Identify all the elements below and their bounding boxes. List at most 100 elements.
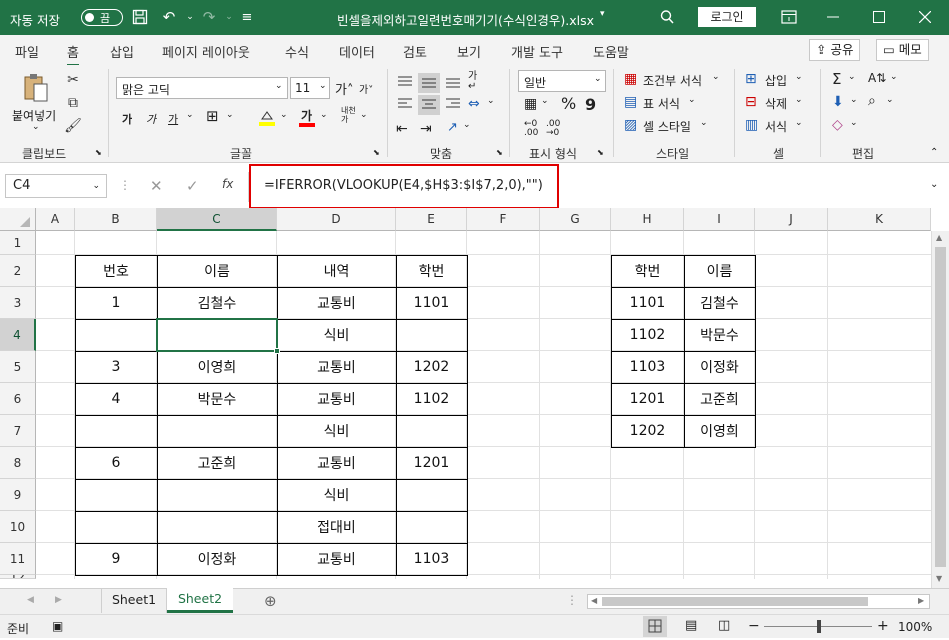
clear-icon[interactable]: ◇ <box>832 117 843 133</box>
number-launcher-icon[interactable]: ⬊ <box>597 148 604 157</box>
increase-decimal-icon[interactable]: ←0.00 <box>524 120 538 138</box>
table-cell[interactable] <box>75 511 157 543</box>
table-cell[interactable]: 식비 <box>277 415 396 447</box>
find-select-icon[interactable]: ⌕ <box>868 93 876 109</box>
fill-icon[interactable]: ⬇ <box>832 94 844 110</box>
row-header-12[interactable]: 12 <box>0 575 36 579</box>
save-icon[interactable] <box>131 8 149 26</box>
scroll-up-icon[interactable]: ▲ <box>936 233 942 242</box>
font-color-icon[interactable]: 가 <box>298 108 316 128</box>
insert-cells-label[interactable]: 삽입 <box>765 72 787 89</box>
scrollbar-thumb[interactable] <box>935 247 946 567</box>
align-middle-icon[interactable] <box>418 73 440 93</box>
table-header-cell[interactable]: 학번 <box>396 255 467 287</box>
table-cell[interactable]: 이영희 <box>157 351 277 383</box>
next-sheet-icon[interactable]: ▶ <box>55 595 62 605</box>
column-header-a[interactable]: A <box>36 208 75 231</box>
table-cell[interactable] <box>75 479 157 511</box>
chevron-down-icon[interactable]: ⌄ <box>850 118 858 128</box>
page-layout-view-icon[interactable]: ▤ <box>685 618 697 633</box>
zoom-level[interactable]: 100% <box>898 620 932 634</box>
memo-button[interactable]: ▭ 메모 <box>876 39 929 61</box>
table-cell[interactable]: 고준희 <box>157 447 277 479</box>
undo-icon[interactable]: ↶ <box>160 8 178 26</box>
normal-view-icon[interactable] <box>643 616 667 637</box>
align-top-icon[interactable] <box>396 73 414 91</box>
increase-indent-icon[interactable]: ⇥ <box>420 121 432 137</box>
table-cell[interactable]: 식비 <box>277 319 396 351</box>
share-button[interactable]: ⇪ 공유 <box>809 39 861 61</box>
collapse-ribbon-icon[interactable]: ⌃ <box>930 147 938 158</box>
filename-dropdown-icon[interactable]: ▾ <box>600 9 605 19</box>
table-cell[interactable]: 6 <box>75 447 157 479</box>
wrap-text-icon[interactable]: 가 ↵ <box>468 72 477 92</box>
table-cell[interactable] <box>75 415 157 447</box>
italic-icon[interactable]: 가 <box>146 111 156 127</box>
paste-icon[interactable] <box>22 71 50 105</box>
lookup-cell[interactable]: 박문수 <box>684 319 755 351</box>
sheet-tab-sheet1[interactable]: Sheet1 <box>101 589 167 613</box>
row-header-7[interactable]: 7 <box>0 415 36 447</box>
table-header-cell[interactable]: 번호 <box>75 255 157 287</box>
customize-toolbar-icon[interactable]: ≡ <box>238 8 256 26</box>
increase-font-icon[interactable]: 가˄ <box>335 79 353 98</box>
font-name-select[interactable]: 맑은 고딕 ⌄ <box>116 77 288 99</box>
table-header-cell[interactable]: 이름 <box>157 255 277 287</box>
scroll-right-icon[interactable]: ▶ <box>918 596 924 605</box>
chevron-down-icon[interactable]: ⌄ <box>795 118 803 128</box>
alignment-launcher-icon[interactable]: ⬊ <box>496 148 503 157</box>
table-cell[interactable]: 1201 <box>396 447 467 479</box>
decrease-indent-icon[interactable]: ⇤ <box>396 121 408 137</box>
table-header-cell[interactable]: 내역 <box>277 255 396 287</box>
autosum-icon[interactable]: Σ <box>832 70 841 88</box>
chevron-down-icon[interactable]: ⌄ <box>320 110 328 120</box>
lookup-cell[interactable]: 고준희 <box>684 383 755 415</box>
table-cell[interactable]: 교통비 <box>277 351 396 383</box>
decrease-font-icon[interactable]: 가˅ <box>359 81 373 96</box>
chevron-down-icon[interactable]: ⌄ <box>890 72 898 82</box>
search-icon[interactable] <box>658 8 676 26</box>
scrollbar-thumb[interactable] <box>602 597 868 606</box>
column-header-e[interactable]: E <box>396 208 467 231</box>
number-format-select[interactable]: 일반 ⌄ <box>518 70 606 92</box>
table-cell[interactable]: 3 <box>75 351 157 383</box>
login-button[interactable]: 로그인 <box>698 7 756 27</box>
zoom-out-icon[interactable]: − <box>748 618 760 634</box>
table-cell[interactable]: 교통비 <box>277 287 396 319</box>
sheet-tab-sheet2[interactable]: Sheet2 <box>167 588 233 613</box>
chevron-down-icon[interactable]: ⌄ <box>886 95 894 105</box>
column-header-k[interactable]: K <box>828 208 931 231</box>
minimize-icon[interactable] <box>824 8 842 26</box>
row-header-6[interactable]: 6 <box>0 383 36 415</box>
row-header-8[interactable]: 8 <box>0 447 36 479</box>
row-header-11[interactable]: 11 <box>0 543 36 575</box>
chevron-down-icon[interactable]: ⌄ <box>712 72 720 82</box>
align-bottom-icon[interactable] <box>444 73 462 91</box>
add-sheet-icon[interactable]: ⊕ <box>264 592 277 610</box>
insert-function-icon[interactable]: fx <box>222 177 233 191</box>
align-right-icon[interactable] <box>444 95 462 113</box>
table-cell[interactable] <box>157 511 277 543</box>
table-cell[interactable]: 1202 <box>396 351 467 383</box>
table-cell[interactable]: 김철수 <box>157 287 277 319</box>
autosave-toggle[interactable]: 끔 <box>81 9 123 26</box>
close-icon[interactable] <box>916 8 934 26</box>
table-cell[interactable] <box>396 319 467 351</box>
paste-dropdown-icon[interactable]: ⌄ <box>32 122 40 132</box>
table-cell[interactable]: 교통비 <box>277 383 396 415</box>
column-header-h[interactable]: H <box>611 208 684 231</box>
copy-icon[interactable]: ⧉ <box>64 94 82 112</box>
zoom-in-icon[interactable]: + <box>877 618 889 634</box>
underline-icon[interactable]: 가 <box>168 111 178 127</box>
table-cell[interactable] <box>396 479 467 511</box>
undo-dropdown-icon[interactable]: ⌄ <box>181 8 199 26</box>
comma-style-icon[interactable]: 9 <box>585 95 596 114</box>
delete-cells-label[interactable]: 삭제 <box>765 95 787 112</box>
lookup-cell[interactable]: 1102 <box>611 319 684 351</box>
chevron-down-icon[interactable]: ⌄ <box>280 110 288 120</box>
chevron-down-icon[interactable]: ⌄ <box>360 110 368 120</box>
lookup-cell[interactable]: 이정화 <box>684 351 755 383</box>
sort-filter-icon[interactable]: A⇅ <box>868 71 886 85</box>
font-size-select[interactable]: 11 ⌄ <box>290 77 330 99</box>
column-header-g[interactable]: G <box>540 208 611 231</box>
